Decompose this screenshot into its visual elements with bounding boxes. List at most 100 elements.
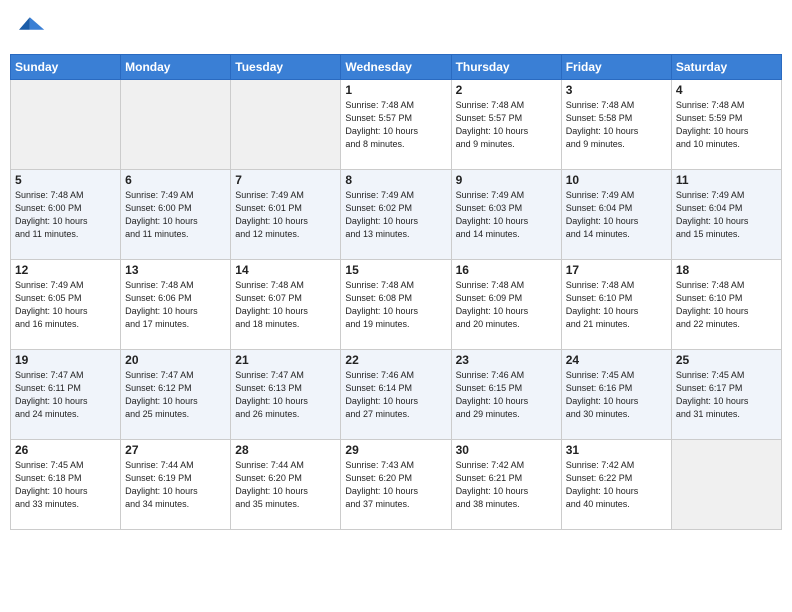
day-number: 8	[345, 173, 446, 187]
day-info: Sunrise: 7:48 AM Sunset: 5:57 PM Dayligh…	[345, 99, 446, 151]
day-cell: 21 Sunrise: 7:47 AM Sunset: 6:13 PM Dayli…	[231, 350, 341, 440]
day-info: Sunrise: 7:49 AM Sunset: 6:05 PM Dayligh…	[15, 279, 116, 331]
day-cell: 3 Sunrise: 7:48 AM Sunset: 5:58 PM Daylig…	[561, 80, 671, 170]
day-number: 15	[345, 263, 446, 277]
day-cell: 2 Sunrise: 7:48 AM Sunset: 5:57 PM Daylig…	[451, 80, 561, 170]
day-number: 6	[125, 173, 226, 187]
day-info: Sunrise: 7:42 AM Sunset: 6:21 PM Dayligh…	[456, 459, 557, 511]
day-number: 7	[235, 173, 336, 187]
day-number: 18	[676, 263, 777, 277]
day-cell: 7Sunrise: 7:49 AM Sunset: 6:01 PM Daylig…	[231, 170, 341, 260]
day-cell: 22Sunrise: 7:46 AM Sunset: 6:14 PM Dayli…	[341, 350, 451, 440]
day-cell: 24 Sunrise: 7:45 AM Sunset: 6:16 PM Dayli…	[561, 350, 671, 440]
day-number: 4	[676, 83, 777, 97]
weekday-header: Thursday	[451, 55, 561, 80]
day-number: 17	[566, 263, 667, 277]
calendar-header-row: SundayMondayTuesdayWednesdayThursdayFrid…	[11, 55, 782, 80]
day-cell: 27 Sunrise: 7:44 AM Sunset: 6:19 PM Dayli…	[121, 440, 231, 530]
day-cell: 16 Sunrise: 7:48 AM Sunset: 6:09 PM Dayli…	[451, 260, 561, 350]
day-cell: 10 Sunrise: 7:49 AM Sunset: 6:04 PM Dayli…	[561, 170, 671, 260]
day-number: 27	[125, 443, 226, 457]
day-cell: 28 Sunrise: 7:44 AM Sunset: 6:20 PM Dayli…	[231, 440, 341, 530]
day-cell: 25 Sunrise: 7:45 AM Sunset: 6:17 PM Dayli…	[671, 350, 781, 440]
day-cell: 29 Sunrise: 7:43 AM Sunset: 6:20 PM Dayli…	[341, 440, 451, 530]
calendar-week-row: 19 Sunrise: 7:47 AM Sunset: 6:11 PM Dayli…	[11, 350, 782, 440]
day-cell: 11Sunrise: 7:49 AM Sunset: 6:04 PM Dayli…	[671, 170, 781, 260]
day-info: Sunrise: 7:44 AM Sunset: 6:20 PM Dayligh…	[235, 459, 336, 511]
day-number: 16	[456, 263, 557, 277]
empty-day-cell	[671, 440, 781, 530]
calendar-week-row: 12 Sunrise: 7:49 AM Sunset: 6:05 PM Dayli…	[11, 260, 782, 350]
day-number: 13	[125, 263, 226, 277]
day-number: 9	[456, 173, 557, 187]
day-cell: 17 Sunrise: 7:48 AM Sunset: 6:10 PM Dayli…	[561, 260, 671, 350]
day-info: Sunrise: 7:48 AM Sunset: 5:58 PM Dayligh…	[566, 99, 667, 151]
day-cell: 13 Sunrise: 7:48 AM Sunset: 6:06 PM Dayli…	[121, 260, 231, 350]
day-info: Sunrise: 7:48 AM Sunset: 5:59 PM Dayligh…	[676, 99, 777, 151]
day-info: Sunrise: 7:49 AM Sunset: 6:02 PM Dayligh…	[345, 189, 446, 241]
day-cell: 31Sunrise: 7:42 AM Sunset: 6:22 PM Dayli…	[561, 440, 671, 530]
day-number: 26	[15, 443, 116, 457]
day-info: Sunrise: 7:47 AM Sunset: 6:12 PM Dayligh…	[125, 369, 226, 421]
day-number: 23	[456, 353, 557, 367]
day-info: Sunrise: 7:43 AM Sunset: 6:20 PM Dayligh…	[345, 459, 446, 511]
weekday-header: Monday	[121, 55, 231, 80]
empty-day-cell	[11, 80, 121, 170]
day-cell: 18 Sunrise: 7:48 AM Sunset: 6:10 PM Dayli…	[671, 260, 781, 350]
day-cell: 19 Sunrise: 7:47 AM Sunset: 6:11 PM Dayli…	[11, 350, 121, 440]
day-info: Sunrise: 7:48 AM Sunset: 5:57 PM Dayligh…	[456, 99, 557, 151]
day-cell: 30Sunrise: 7:42 AM Sunset: 6:21 PM Dayli…	[451, 440, 561, 530]
day-number: 2	[456, 83, 557, 97]
day-cell: 5 Sunrise: 7:48 AM Sunset: 6:00 PM Daylig…	[11, 170, 121, 260]
day-info: Sunrise: 7:48 AM Sunset: 6:10 PM Dayligh…	[676, 279, 777, 331]
day-info: Sunrise: 7:47 AM Sunset: 6:11 PM Dayligh…	[15, 369, 116, 421]
day-cell: 1 Sunrise: 7:48 AM Sunset: 5:57 PM Daylig…	[341, 80, 451, 170]
empty-day-cell	[121, 80, 231, 170]
calendar-table: SundayMondayTuesdayWednesdayThursdayFrid…	[10, 54, 782, 530]
day-cell: 15 Sunrise: 7:48 AM Sunset: 6:08 PM Dayli…	[341, 260, 451, 350]
day-info: Sunrise: 7:45 AM Sunset: 6:16 PM Dayligh…	[566, 369, 667, 421]
day-number: 5	[15, 173, 116, 187]
day-number: 3	[566, 83, 667, 97]
day-cell: 6 Sunrise: 7:49 AM Sunset: 6:00 PM Daylig…	[121, 170, 231, 260]
day-info: Sunrise: 7:48 AM Sunset: 6:09 PM Dayligh…	[456, 279, 557, 331]
calendar-week-row: 26 Sunrise: 7:45 AM Sunset: 6:18 PM Dayli…	[11, 440, 782, 530]
day-number: 29	[345, 443, 446, 457]
day-number: 10	[566, 173, 667, 187]
empty-day-cell	[231, 80, 341, 170]
day-cell: 26 Sunrise: 7:45 AM Sunset: 6:18 PM Dayli…	[11, 440, 121, 530]
day-cell: 12 Sunrise: 7:49 AM Sunset: 6:05 PM Dayli…	[11, 260, 121, 350]
day-info: Sunrise: 7:48 AM Sunset: 6:10 PM Dayligh…	[566, 279, 667, 331]
day-info: Sunrise: 7:45 AM Sunset: 6:17 PM Dayligh…	[676, 369, 777, 421]
day-info: Sunrise: 7:48 AM Sunset: 6:00 PM Dayligh…	[15, 189, 116, 241]
day-info: Sunrise: 7:49 AM Sunset: 6:04 PM Dayligh…	[566, 189, 667, 241]
day-number: 31	[566, 443, 667, 457]
day-number: 21	[235, 353, 336, 367]
day-cell: 8 Sunrise: 7:49 AM Sunset: 6:02 PM Daylig…	[341, 170, 451, 260]
day-info: Sunrise: 7:45 AM Sunset: 6:18 PM Dayligh…	[15, 459, 116, 511]
day-number: 28	[235, 443, 336, 457]
day-number: 24	[566, 353, 667, 367]
logo-icon	[10, 10, 46, 46]
day-number: 11	[676, 173, 777, 187]
day-info: Sunrise: 7:48 AM Sunset: 6:06 PM Dayligh…	[125, 279, 226, 331]
day-info: Sunrise: 7:48 AM Sunset: 6:07 PM Dayligh…	[235, 279, 336, 331]
day-info: Sunrise: 7:49 AM Sunset: 6:03 PM Dayligh…	[456, 189, 557, 241]
day-cell: 23Sunrise: 7:46 AM Sunset: 6:15 PM Dayli…	[451, 350, 561, 440]
weekday-header: Saturday	[671, 55, 781, 80]
day-number: 14	[235, 263, 336, 277]
day-cell: 20Sunrise: 7:47 AM Sunset: 6:12 PM Dayli…	[121, 350, 231, 440]
day-info: Sunrise: 7:47 AM Sunset: 6:13 PM Dayligh…	[235, 369, 336, 421]
day-number: 19	[15, 353, 116, 367]
day-number: 1	[345, 83, 446, 97]
weekday-header: Friday	[561, 55, 671, 80]
day-info: Sunrise: 7:48 AM Sunset: 6:08 PM Dayligh…	[345, 279, 446, 331]
day-info: Sunrise: 7:44 AM Sunset: 6:19 PM Dayligh…	[125, 459, 226, 511]
weekday-header: Wednesday	[341, 55, 451, 80]
day-info: Sunrise: 7:49 AM Sunset: 6:00 PM Dayligh…	[125, 189, 226, 241]
calendar-week-row: 5 Sunrise: 7:48 AM Sunset: 6:00 PM Daylig…	[11, 170, 782, 260]
weekday-header: Tuesday	[231, 55, 341, 80]
day-info: Sunrise: 7:46 AM Sunset: 6:14 PM Dayligh…	[345, 369, 446, 421]
day-number: 25	[676, 353, 777, 367]
day-number: 12	[15, 263, 116, 277]
